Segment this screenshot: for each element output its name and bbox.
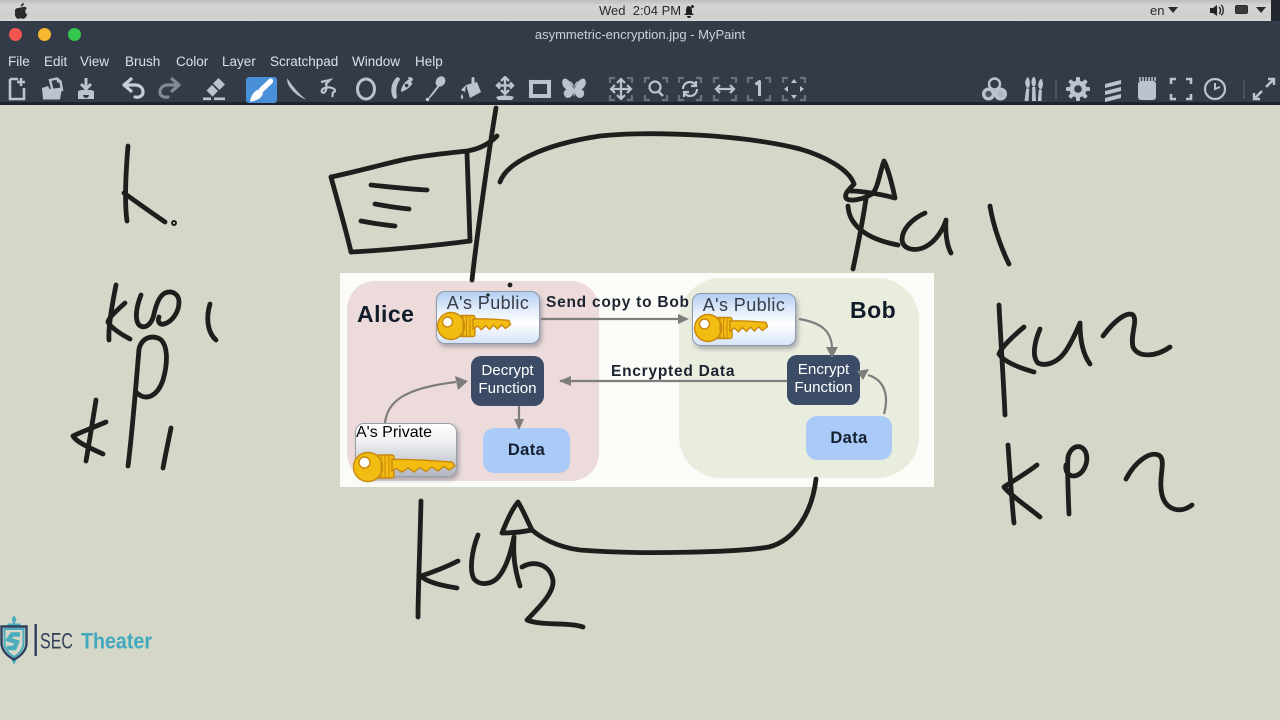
svg-text:SEC: SEC — [40, 629, 73, 654]
svg-text:Theater: Theater — [81, 629, 152, 654]
